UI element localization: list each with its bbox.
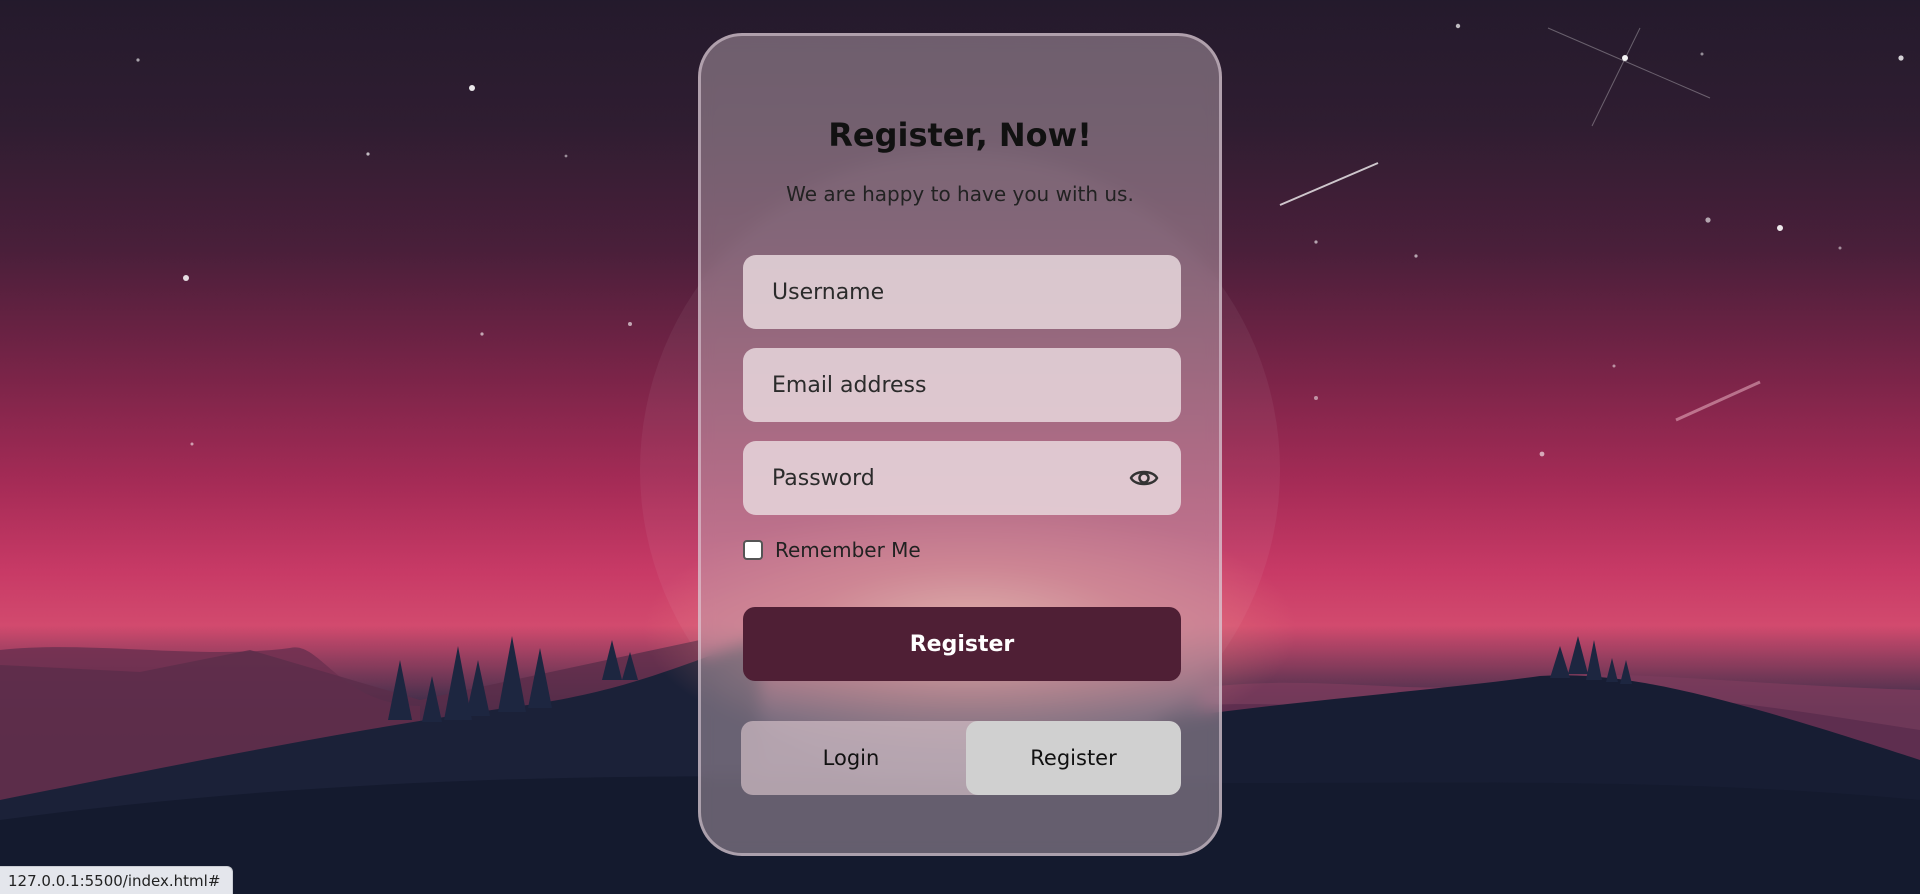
eye-icon[interactable]	[1129, 465, 1159, 491]
email-input[interactable]	[743, 348, 1181, 422]
username-input[interactable]	[743, 255, 1181, 329]
login-register-toggle: Login Register	[741, 721, 1181, 795]
register-card: Register, Now! We are happy to have you …	[698, 33, 1222, 856]
browser-status-url: 127.0.0.1:5500/index.html#	[0, 866, 234, 894]
toggle-register-option[interactable]: Register	[966, 721, 1181, 795]
page-title: Register, Now!	[828, 116, 1092, 154]
toggle-login-option[interactable]: Login	[741, 721, 961, 795]
password-input[interactable]	[743, 441, 1181, 515]
remember-me[interactable]: Remember Me	[743, 536, 921, 564]
remember-label: Remember Me	[775, 538, 921, 562]
remember-checkbox[interactable]	[743, 540, 763, 560]
register-submit-button[interactable]: Register	[743, 607, 1181, 681]
page-subtitle: We are happy to have you with us.	[786, 182, 1134, 206]
